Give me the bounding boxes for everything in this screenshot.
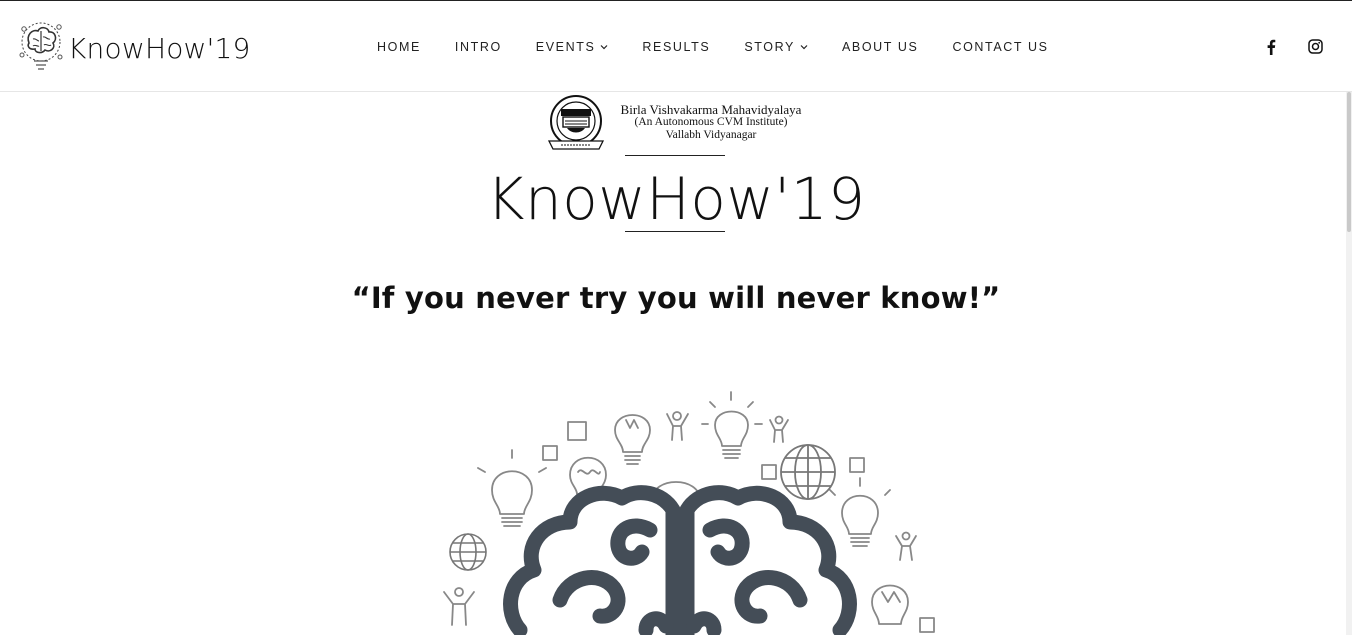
puzzle-icon <box>542 445 558 461</box>
hero-tagline: “If you never try you will never know!” <box>351 281 1001 315</box>
nav-item-results[interactable]: RESULTS <box>642 40 710 54</box>
puzzle-icon <box>919 617 935 633</box>
navbar: KnowHow'19 HOME INTRO EVENTS RESULTS STO… <box>0 1 1352 92</box>
puzzle-icon <box>761 464 777 480</box>
nav-item-label: HOME <box>377 39 421 54</box>
college-subtitle: (An Autonomous CVM Institute) <box>634 116 788 128</box>
college-location: Vallabh Vidyanagar <box>665 129 757 141</box>
title-divider-bottom <box>625 231 725 232</box>
college-seal-icon <box>547 95 605 150</box>
college-name-block: Birla Vishvakarma Mahavidyalaya (An Auto… <box>611 103 811 142</box>
nav-item-label: RESULTS <box>642 39 711 54</box>
nav-item-about-us[interactable]: ABOUT US <box>842 40 918 54</box>
brain-icon <box>503 485 857 635</box>
chevron-down-icon <box>600 44 608 49</box>
nav-item-story[interactable]: STORY <box>744 40 808 54</box>
nav-item-label: INTRO <box>454 39 502 54</box>
nav-item-contact-us[interactable]: CONTACT US <box>952 40 1048 54</box>
hero-title: KnowHow'19 <box>486 165 866 233</box>
person-icon <box>666 411 689 441</box>
nav-item-home[interactable]: HOME <box>377 40 421 54</box>
person-icon <box>443 587 475 626</box>
globe-icon <box>780 444 836 500</box>
nav-item-label: STORY <box>744 39 795 54</box>
person-icon <box>769 415 789 443</box>
main-nav: HOME INTRO EVENTS RESULTS STORY ABOUT US… <box>360 1 1066 92</box>
puzzle-icon <box>567 421 587 441</box>
puzzle-icon <box>849 457 865 473</box>
social-links <box>1236 1 1324 92</box>
lightbulb-icon <box>701 391 763 459</box>
nav-item-intro[interactable]: INTRO <box>455 40 502 54</box>
nav-item-label: CONTACT US <box>952 39 1049 54</box>
person-icon <box>895 531 917 561</box>
brain-gears-icon <box>19 22 63 70</box>
chevron-down-icon <box>800 44 808 49</box>
title-divider-top <box>625 155 725 156</box>
brand[interactable]: KnowHow'19 <box>16 15 251 77</box>
instagram-icon <box>1307 39 1323 54</box>
lightbulb-icon <box>477 449 547 527</box>
lightbulb-icon <box>829 477 891 547</box>
nav-item-label: ABOUT US <box>841 39 919 54</box>
lightbulb-icon <box>614 414 651 465</box>
facebook-icon <box>1267 39 1276 55</box>
lightbulb-icon <box>871 584 909 625</box>
brain-ideas-illustration <box>443 391 935 635</box>
nav-item-label: EVENTS <box>535 39 596 54</box>
brand-name: KnowHow'19 <box>68 31 251 65</box>
college-name: Birla Vishvakarma Mahavidyalaya <box>620 102 802 117</box>
nav-item-events[interactable]: EVENTS <box>536 40 609 54</box>
facebook-link[interactable] <box>1262 38 1280 56</box>
instagram-link[interactable] <box>1306 38 1324 56</box>
college-banner: Birla Vishvakarma Mahavidyalaya (An Auto… <box>541 91 821 155</box>
globe-icon <box>449 533 487 571</box>
